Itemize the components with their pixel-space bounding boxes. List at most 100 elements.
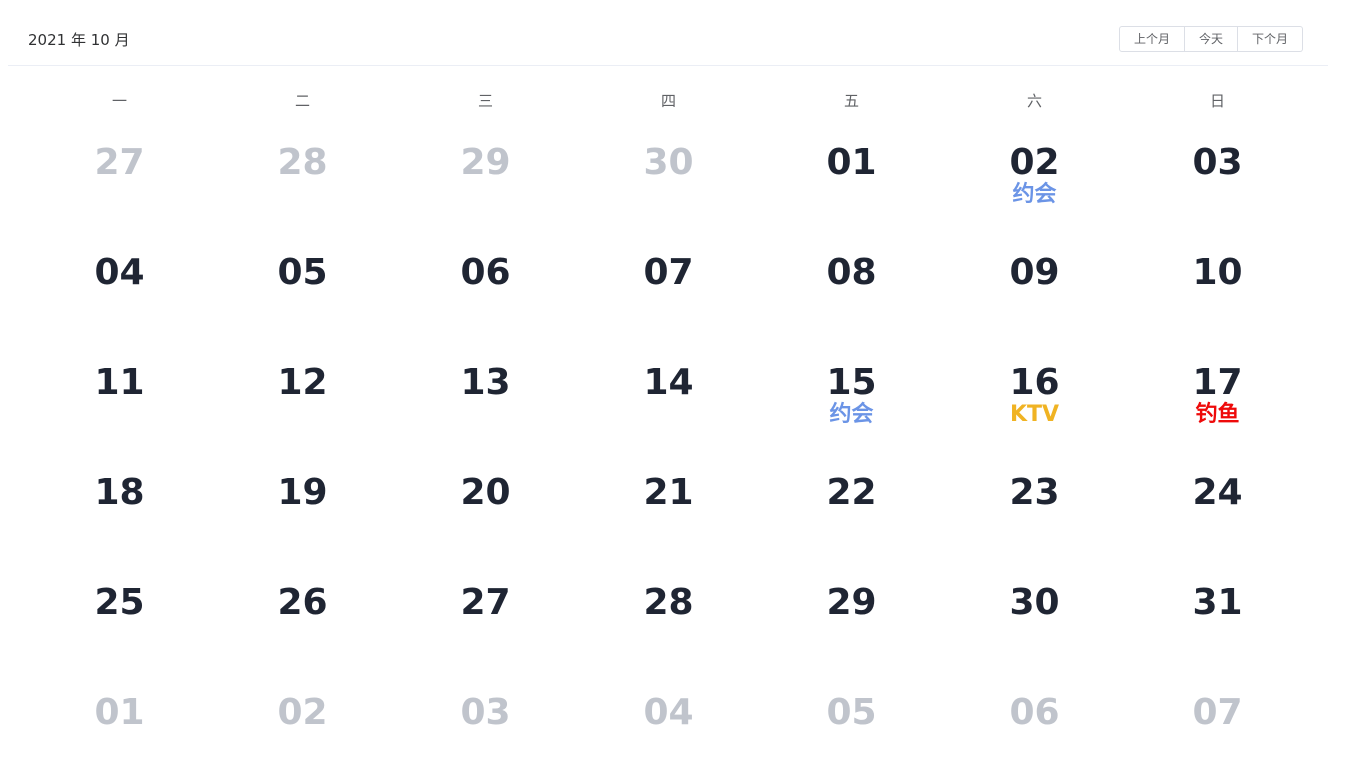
calendar-day-cell[interactable]: 23 bbox=[943, 463, 1126, 573]
day-number: 09 bbox=[1009, 252, 1060, 293]
day-number: 19 bbox=[277, 472, 328, 513]
calendar-day-cell[interactable]: 26 bbox=[211, 573, 394, 683]
day-number: 22 bbox=[826, 472, 877, 513]
day-number: 16 bbox=[1009, 362, 1060, 403]
prev-month-button[interactable]: 上个月 bbox=[1119, 26, 1186, 52]
weekday-header-row: 一二三四五六日 bbox=[28, 88, 1309, 114]
day-number: 13 bbox=[460, 362, 511, 403]
event-label: 钓鱼 bbox=[1195, 402, 1240, 427]
day-number: 07 bbox=[643, 252, 694, 293]
day-number: 24 bbox=[1192, 472, 1243, 513]
event-label: 约会 bbox=[829, 402, 874, 427]
day-number: 12 bbox=[277, 362, 328, 403]
weekday-label: 五 bbox=[843, 92, 859, 110]
day-number: 03 bbox=[1192, 142, 1243, 183]
calendar-day-cell[interactable]: 11 bbox=[28, 353, 211, 463]
calendar-day-cell[interactable]: 25 bbox=[28, 573, 211, 683]
calendar-day-cell[interactable]: 20 bbox=[394, 463, 577, 573]
weekday-label: 六 bbox=[1026, 92, 1042, 110]
day-number: 15 bbox=[826, 362, 877, 403]
calendar-day-cell[interactable]: 03 bbox=[1126, 133, 1309, 243]
day-number: 10 bbox=[1192, 252, 1243, 293]
next-month-button[interactable]: 下个月 bbox=[1238, 26, 1304, 52]
day-number: 30 bbox=[643, 142, 694, 183]
calendar-day-cell[interactable]: 30 bbox=[943, 573, 1126, 683]
weekday-label: 一 bbox=[111, 92, 127, 110]
today-button[interactable]: 今天 bbox=[1185, 26, 1239, 52]
day-number: 02 bbox=[277, 692, 328, 733]
calendar-day-cell[interactable]: 05 bbox=[211, 243, 394, 353]
day-number: 05 bbox=[826, 692, 877, 733]
calendar-day-cell[interactable]: 08 bbox=[760, 243, 943, 353]
day-number: 11 bbox=[94, 362, 145, 403]
calendar-day-cell[interactable]: 10 bbox=[1126, 243, 1309, 353]
day-number: 25 bbox=[94, 582, 145, 623]
day-number: 29 bbox=[460, 142, 511, 183]
day-number: 20 bbox=[460, 472, 511, 513]
day-number: 29 bbox=[826, 582, 877, 623]
day-number: 01 bbox=[826, 142, 877, 183]
calendar-day-cell[interactable]: 02 约会 bbox=[943, 133, 1126, 243]
calendar-day-cell[interactable]: 27 bbox=[394, 573, 577, 683]
calendar-day-cell[interactable]: 06 bbox=[394, 243, 577, 353]
calendar-day-cell-other-month[interactable]: 27 bbox=[28, 133, 211, 243]
day-number: 06 bbox=[460, 252, 511, 293]
day-number: 04 bbox=[94, 252, 145, 293]
calendar-day-cell[interactable]: 24 bbox=[1126, 463, 1309, 573]
day-number: 03 bbox=[460, 692, 511, 733]
day-number: 27 bbox=[460, 582, 511, 623]
calendar-day-cell[interactable]: 31 bbox=[1126, 573, 1309, 683]
calendar-day-cell[interactable]: 19 bbox=[211, 463, 394, 573]
calendar-day-cell-other-month[interactable]: 01 bbox=[28, 683, 211, 784]
day-number: 30 bbox=[1009, 582, 1060, 623]
day-number: 07 bbox=[1192, 692, 1243, 733]
calendar-header: 2021 年 10 月 上个月 今天 下个月 bbox=[8, 0, 1328, 66]
day-number: 31 bbox=[1192, 582, 1243, 623]
month-nav-button-group: 上个月 今天 下个月 bbox=[1119, 26, 1304, 52]
calendar: 2021 年 10 月 上个月 今天 下个月 一 二 三 四 五 六 日 27 28 29 30 0… bbox=[0, 0, 1354, 784]
weekday-label: 二 bbox=[294, 92, 310, 110]
day-number: 17 bbox=[1192, 362, 1243, 403]
calendar-day-cell[interactable]: 22 bbox=[760, 463, 943, 573]
day-number: 02 bbox=[1009, 142, 1060, 183]
day-number: 04 bbox=[643, 692, 694, 733]
calendar-day-cell-other-month[interactable]: 02 bbox=[211, 683, 394, 784]
day-number: 14 bbox=[643, 362, 694, 403]
day-number: 23 bbox=[1009, 472, 1060, 513]
day-number: 01 bbox=[94, 692, 145, 733]
weekday-label: 日 bbox=[1209, 92, 1225, 110]
event-label: KTV bbox=[1009, 402, 1060, 427]
calendar-day-cell[interactable]: 28 bbox=[577, 573, 760, 683]
calendar-day-cell[interactable]: 16 KTV bbox=[943, 353, 1126, 463]
day-number: 06 bbox=[1009, 692, 1060, 733]
calendar-day-cell[interactable]: 01 bbox=[760, 133, 943, 243]
calendar-day-cell-other-month[interactable]: 07 bbox=[1126, 683, 1309, 784]
calendar-day-cell-other-month[interactable]: 04 bbox=[577, 683, 760, 784]
day-number: 05 bbox=[277, 252, 328, 293]
calendar-day-cell[interactable]: 12 bbox=[211, 353, 394, 463]
calendar-day-cell[interactable]: 07 bbox=[577, 243, 760, 353]
day-number: 26 bbox=[277, 582, 328, 623]
weekday-label: 四 bbox=[660, 92, 676, 110]
calendar-day-cell[interactable]: 13 bbox=[394, 353, 577, 463]
month-title: 2021 年 10 月 bbox=[28, 31, 130, 49]
weekday-label: 三 bbox=[477, 92, 493, 110]
calendar-day-cell-other-month[interactable]: 03 bbox=[394, 683, 577, 784]
calendar-day-grid: 27 28 29 30 01 02 约会 03 04 05 06 07 08 09 10 11 12 13 14 15… bbox=[28, 133, 1309, 784]
calendar-day-cell-other-month[interactable]: 05 bbox=[760, 683, 943, 784]
calendar-day-cell[interactable]: 17 钓鱼 bbox=[1126, 353, 1309, 463]
calendar-day-cell-other-month[interactable]: 28 bbox=[211, 133, 394, 243]
calendar-day-cell[interactable]: 21 bbox=[577, 463, 760, 573]
calendar-day-cell-other-month[interactable]: 30 bbox=[577, 133, 760, 243]
calendar-day-cell[interactable]: 15 约会 bbox=[760, 353, 943, 463]
calendar-day-cell[interactable]: 18 bbox=[28, 463, 211, 573]
calendar-day-cell-other-month[interactable]: 06 bbox=[943, 683, 1126, 784]
day-number: 27 bbox=[94, 142, 145, 183]
calendar-day-cell[interactable]: 09 bbox=[943, 243, 1126, 353]
calendar-day-cell[interactable]: 04 bbox=[28, 243, 211, 353]
day-number: 28 bbox=[643, 582, 694, 623]
calendar-day-cell[interactable]: 29 bbox=[760, 573, 943, 683]
day-number: 08 bbox=[826, 252, 877, 293]
calendar-day-cell[interactable]: 14 bbox=[577, 353, 760, 463]
calendar-day-cell-other-month[interactable]: 29 bbox=[394, 133, 577, 243]
